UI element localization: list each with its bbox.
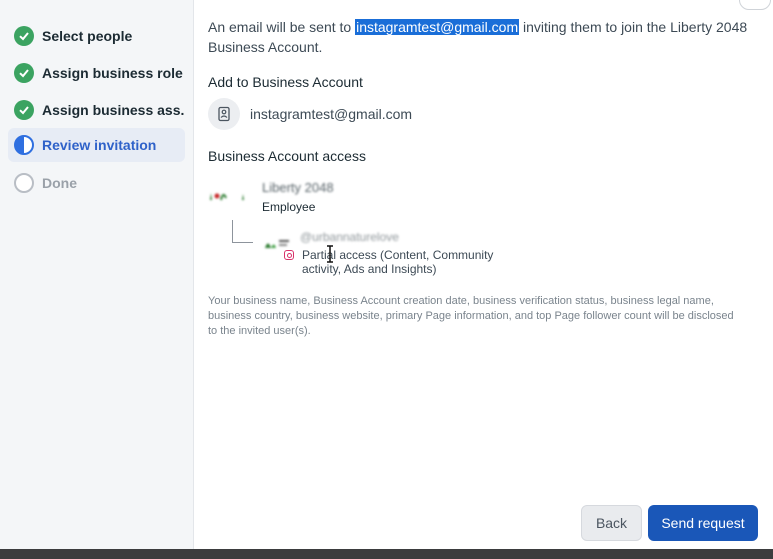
- contact-card-icon: [208, 98, 240, 130]
- check-icon: [14, 100, 34, 120]
- business-logo-icon: [208, 188, 248, 207]
- step-done: Done: [8, 166, 185, 200]
- business-account-name: Liberty 2048: [262, 180, 334, 195]
- step-assign-assets[interactable]: Assign business ass...: [8, 93, 185, 127]
- disclosure-notice: Your business name, Business Account cre…: [208, 295, 734, 337]
- check-icon: [14, 26, 34, 46]
- step-label: Done: [42, 175, 77, 191]
- add-section-title: Add to Business Account: [208, 74, 363, 90]
- step-assign-role[interactable]: Assign business role: [8, 56, 185, 90]
- send-request-button[interactable]: Send request: [648, 505, 758, 541]
- back-button[interactable]: Back: [581, 505, 642, 541]
- steps-sidebar: Select people Assign business role Assig…: [0, 0, 194, 549]
- text-cursor-icon: [327, 245, 333, 263]
- step-label: Assign business role: [42, 65, 183, 81]
- empty-circle-icon: [14, 173, 34, 193]
- asset-name: @urbannaturelove: [300, 230, 399, 244]
- step-label: Select people: [42, 28, 133, 44]
- access-section-title: Business Account access: [208, 148, 366, 164]
- access-tree: Liberty 2048 Employee @urbannaturelove P…: [208, 178, 508, 276]
- half-circle-icon: [14, 135, 34, 155]
- invite-dialog: Select people Assign business role Assig…: [0, 0, 773, 549]
- step-review-invitation[interactable]: Review invitation: [8, 128, 185, 162]
- taskbar-strip: [0, 549, 773, 559]
- account-role: Employee: [262, 200, 316, 214]
- tree-connector: [232, 220, 253, 243]
- intro-text: An email will be sent to instagramtest@g…: [208, 17, 748, 57]
- invitee-row: instagramtest@gmail.com: [208, 98, 412, 130]
- highlighted-email[interactable]: instagramtest@gmail.com: [355, 19, 520, 35]
- instagram-icon: [284, 250, 294, 260]
- check-icon: [14, 63, 34, 83]
- intro-before: An email will be sent to: [208, 19, 356, 35]
- step-label: Review invitation: [42, 137, 157, 153]
- window-corner: [739, 0, 771, 10]
- invitee-email: instagramtest@gmail.com: [250, 106, 413, 122]
- step-select-people[interactable]: Select people: [8, 19, 185, 53]
- step-label: Assign business ass...: [42, 102, 185, 118]
